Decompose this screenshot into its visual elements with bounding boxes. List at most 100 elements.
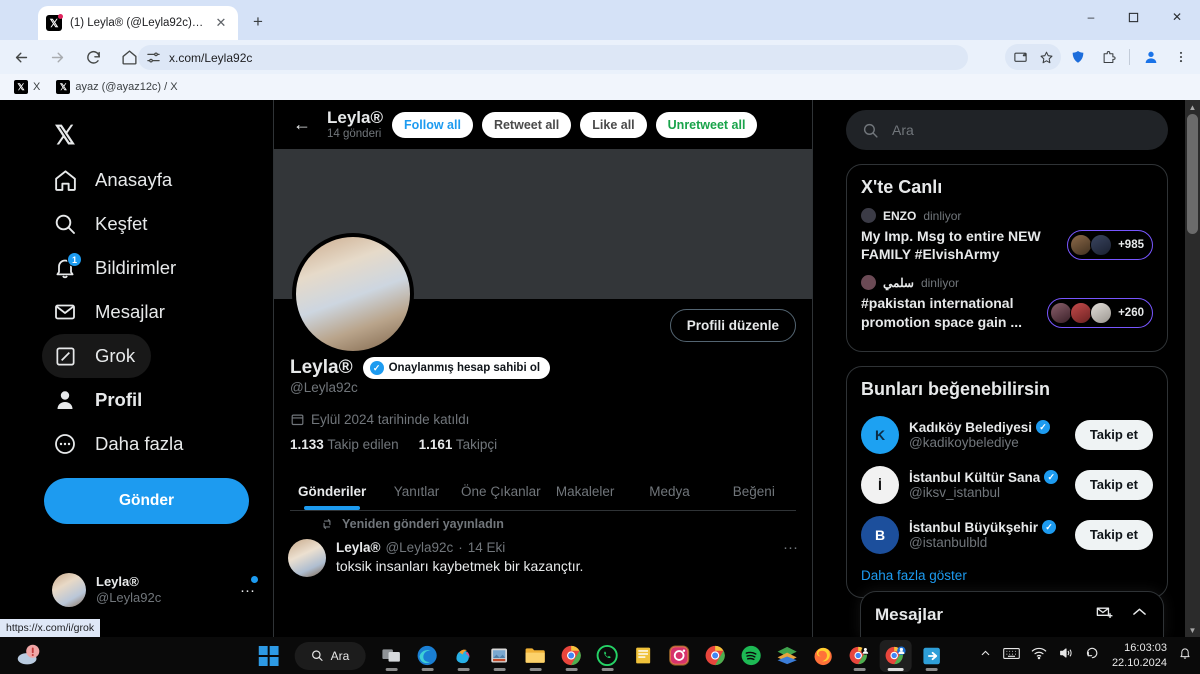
notepad-icon[interactable] (627, 640, 659, 672)
clock-time: 16:03:03 (1124, 641, 1167, 654)
close-icon[interactable]: ✕ (212, 14, 230, 32)
tab-yanitlar[interactable]: Yanıtlar (374, 472, 458, 510)
close-window-button[interactable]: ✕ (1154, 0, 1200, 34)
battery-charge-icon[interactable] (1085, 646, 1101, 665)
post-button[interactable]: Gönder (44, 478, 249, 524)
sidebar-item-daha-fazla[interactable]: Daha fazla (42, 422, 199, 466)
profile-avatar[interactable] (292, 233, 414, 355)
chrome-menu-icon[interactable] (1168, 44, 1194, 70)
edge-icon[interactable] (411, 640, 443, 672)
tray-chevron-up-icon[interactable] (979, 647, 992, 665)
file-explorer-icon[interactable] (519, 640, 551, 672)
unretweet-all-button[interactable]: Unretweet all (655, 111, 758, 138)
extensions-icon[interactable] (1095, 44, 1121, 70)
sidebar-item-kesfet[interactable]: Keşfet (42, 202, 163, 246)
sidebar-item-label: Daha fazla (95, 433, 184, 454)
task-view-icon[interactable] (375, 640, 407, 672)
sidebar-item-label: Keşfet (95, 213, 148, 234)
retweet-all-button[interactable]: Retweet all (481, 111, 572, 138)
chrome-icon[interactable] (555, 640, 587, 672)
chrome-active-icon[interactable] (879, 639, 912, 672)
tab-gonderiler[interactable]: Gönderiler (290, 472, 374, 510)
edit-profile-button[interactable]: Profili düzenle (669, 309, 796, 342)
sidebar-item-grok[interactable]: Grok (42, 334, 152, 378)
avatar (1090, 301, 1113, 324)
forward-icon[interactable] (42, 42, 72, 72)
suggestion-item[interactable]: B İstanbul Büyükşehir ✓ @istanbulbld Tak… (861, 510, 1153, 560)
follow-all-button[interactable]: Follow all (392, 111, 473, 138)
get-verified-badge[interactable]: ✓ Onaylanmış hesap sahibi ol (362, 357, 551, 379)
notification-bell-icon[interactable] (1178, 646, 1192, 665)
suggestion-item[interactable]: İ İstanbul Kültür Sana ✓ @iksv_istanbul … (861, 460, 1153, 510)
taskbar-icons: Ara (253, 637, 948, 674)
extension-shield-icon[interactable] (1065, 44, 1091, 70)
chrome-profile-icon[interactable] (843, 640, 875, 672)
new-tab-button[interactable]: + (246, 10, 270, 34)
address-bar[interactable]: x.com/Leyla92c (138, 45, 968, 70)
follow-button[interactable]: Takip et (1074, 519, 1153, 550)
page-scrollbar[interactable]: ▲ ▼ (1185, 100, 1200, 637)
tab-medya[interactable]: Medya (627, 472, 711, 510)
follow-button[interactable]: Takip et (1074, 419, 1153, 450)
browser-tab[interactable]: 𝕏 (1) Leyla® (@Leyla92c) / X ✕ (38, 6, 238, 40)
search-input[interactable]: Ara (846, 110, 1168, 150)
live-space-row[interactable]: ENZO dinliyor My Imp. Msg to entire NEW … (861, 208, 1153, 263)
profile-avatar-icon[interactable] (1138, 44, 1164, 70)
taskbar-weather-widget[interactable] (14, 640, 44, 674)
back-icon[interactable]: ← (286, 109, 318, 141)
maximize-button[interactable] (1112, 0, 1154, 34)
keyboard-icon[interactable] (1003, 647, 1020, 665)
spotify-icon[interactable] (735, 640, 767, 672)
taskbar-clock[interactable]: 16:03:03 22.10.2024 (1112, 641, 1167, 671)
wifi-icon[interactable] (1031, 646, 1047, 665)
bookmark-star-icon[interactable] (1033, 44, 1059, 70)
followers-stat[interactable]: 1.161 Takipçi (419, 437, 498, 452)
chevron-up-icon[interactable] (1130, 603, 1149, 627)
scroll-down-arrow-icon[interactable]: ▼ (1185, 623, 1200, 637)
following-stat[interactable]: 1.133 Takip edilen (290, 437, 399, 452)
show-more-link[interactable]: Daha fazla göster (861, 560, 1153, 589)
photos-icon[interactable] (483, 640, 515, 672)
messages-dock[interactable]: Mesajlar (860, 591, 1164, 637)
reload-icon[interactable] (78, 42, 108, 72)
sidebar-item-profil[interactable]: Profil (42, 378, 158, 422)
firefox-icon[interactable] (807, 640, 839, 672)
avatar (861, 208, 876, 223)
remote-desktop-icon[interactable] (915, 640, 947, 672)
windows-start-icon[interactable] (253, 640, 285, 672)
x-logo-icon[interactable]: 𝕏 (42, 112, 88, 158)
scroll-up-arrow-icon[interactable]: ▲ (1185, 100, 1200, 114)
scrollbar-thumb[interactable] (1187, 114, 1198, 234)
follow-button[interactable]: Takip et (1074, 469, 1153, 500)
account-switcher[interactable]: Leyla® @Leyla92c ··· (46, 565, 261, 615)
instagram-icon[interactable] (663, 640, 695, 672)
volume-icon[interactable] (1058, 646, 1074, 665)
like-all-button[interactable]: Like all (580, 111, 647, 138)
tab-makaleler[interactable]: Makaleler (543, 472, 627, 510)
x-icon: 𝕏 (46, 14, 63, 31)
avatar[interactable] (288, 539, 326, 577)
x-icon: 𝕏 (14, 80, 28, 94)
back-icon[interactable] (6, 42, 36, 72)
account-more-icon[interactable]: ··· (240, 575, 258, 599)
post-item[interactable]: Leyla® @Leyla92c · 14 Eki ··· toksik ins… (274, 531, 812, 587)
bookmark-item[interactable]: 𝕏 ayaz (@ayaz12c) / X (50, 78, 183, 96)
chrome-icon[interactable] (699, 640, 731, 672)
sidebar-item-bildirimler[interactable]: 1 Bildirimler (42, 246, 192, 290)
bookmark-item[interactable]: 𝕏 X (8, 78, 46, 96)
live-space-row[interactable]: سلمي dinliyor #pakistan international pr… (861, 275, 1153, 330)
taskbar-search[interactable]: Ara (294, 641, 366, 670)
suggestions-title: Bunları beğenebilirsin (861, 378, 1051, 399)
tab-one-cikanlar[interactable]: Öne Çıkanlar (459, 472, 543, 510)
copilot-icon[interactable] (447, 640, 479, 672)
suggestion-item[interactable]: K Kadıköy Belediyesi ✓ @kadikoybelediye … (861, 410, 1153, 460)
sidebar-item-anasayfa[interactable]: Anasayfa (42, 158, 188, 202)
post-more-icon[interactable]: ··· (783, 539, 798, 556)
tab-begeni[interactable]: Beğeni (712, 472, 796, 510)
sidebar-item-mesajlar[interactable]: Mesajlar (42, 290, 181, 334)
whatsapp-icon[interactable] (591, 640, 623, 672)
photoshop-stack-icon[interactable] (771, 640, 803, 672)
new-message-icon[interactable] (1095, 603, 1114, 627)
cast-icon[interactable] (1007, 44, 1033, 70)
minimize-button[interactable]: – (1070, 0, 1112, 34)
